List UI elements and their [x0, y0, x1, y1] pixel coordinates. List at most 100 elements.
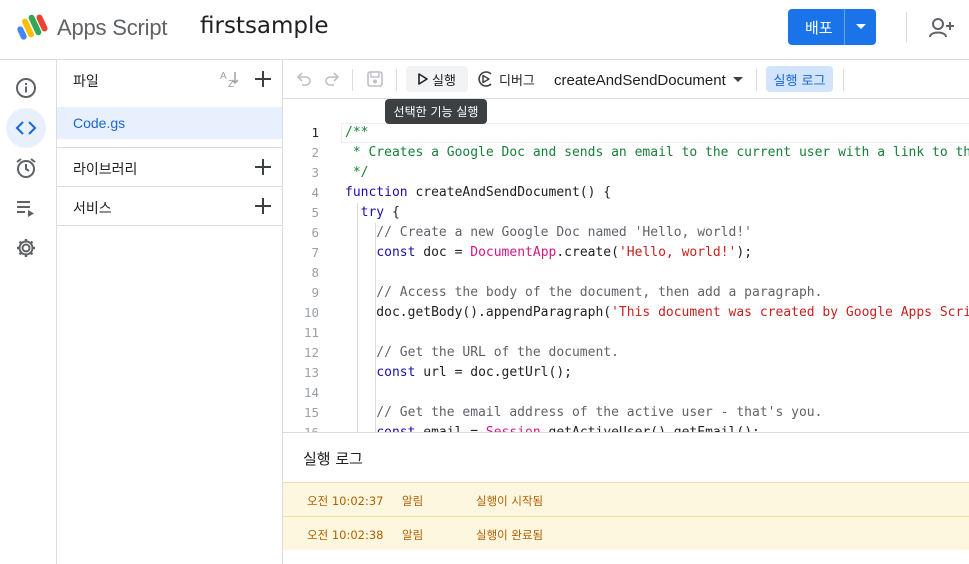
line-number: 2 — [311, 145, 319, 160]
add-service-plus-icon[interactable] — [253, 196, 273, 216]
app-header: Apps Script firstsample 배포 — [0, 0, 969, 60]
rail-triggers[interactable] — [6, 148, 46, 188]
toolbar-divider — [352, 69, 353, 91]
files-header: 파일 A Z — [57, 60, 282, 99]
code-line[interactable]: // Access the body of the document, then… — [345, 283, 969, 303]
code-line[interactable] — [345, 323, 969, 343]
apps-script-logo-icon[interactable] — [17, 12, 51, 42]
code-token: // Get the URL of the document. — [345, 345, 619, 360]
code-line[interactable]: /** — [345, 123, 969, 143]
deploy-button[interactable]: 배포 — [788, 9, 876, 45]
code-editor[interactable]: 12345678910111213141516 /** * Creates a … — [283, 100, 969, 432]
line-number: 10 — [303, 305, 319, 320]
indent-guide — [375, 363, 376, 383]
deploy-label[interactable]: 배포 — [788, 17, 844, 38]
log-time: 오전 10:02:38 — [307, 528, 384, 542]
indent-guide — [375, 243, 376, 263]
debug-button[interactable]: 디버그 — [477, 66, 535, 92]
code-line[interactable]: */ — [345, 163, 969, 183]
code-line[interactable]: const url = doc.getUrl(); — [345, 363, 969, 383]
rail-overview[interactable] — [6, 68, 46, 108]
indent-guide — [357, 283, 358, 303]
code-token: Session — [486, 425, 541, 432]
line-number: 13 — [303, 365, 319, 380]
code-lines[interactable]: /** * Creates a Google Doc and sends an … — [345, 123, 969, 432]
code-line[interactable]: const doc = DocumentApp.create('Hello, w… — [345, 243, 969, 263]
code-token: createAndSendDocument() { — [407, 185, 612, 200]
toolbar-divider — [756, 69, 757, 91]
code-token: { — [384, 205, 400, 220]
add-file-plus-icon[interactable] — [253, 69, 273, 89]
line-number: 3 — [311, 165, 319, 180]
app-brand: Apps Script — [57, 15, 168, 40]
indent-guide — [357, 363, 358, 383]
indent-guide — [357, 403, 358, 423]
rail-executions[interactable] — [6, 188, 46, 228]
indent-guide — [357, 343, 358, 363]
file-name: Code.gs — [73, 115, 126, 131]
code-token: DocumentApp — [470, 245, 557, 260]
code-token: const — [376, 365, 416, 380]
line-number: 7 — [311, 245, 319, 260]
code-line[interactable]: doc.getBody().appendParagraph('This docu… — [345, 303, 969, 323]
save-icon[interactable] — [365, 69, 385, 89]
libraries-label: 라이브러리 — [73, 162, 138, 178]
code-token: try — [360, 205, 385, 220]
run-tooltip: 선택한 기능 실행 — [385, 99, 487, 124]
code-token: const — [376, 425, 415, 432]
code-line[interactable]: // Get the URL of the document. — [345, 343, 969, 363]
run-button[interactable]: 실행 — [406, 66, 468, 92]
add-person-icon[interactable] — [928, 14, 956, 42]
indent-guide — [357, 323, 358, 343]
rail-settings[interactable] — [6, 228, 46, 268]
code-line[interactable]: // Get the email address of the active u… — [345, 403, 969, 423]
deploy-menu-button[interactable] — [845, 9, 876, 45]
svg-text:A: A — [220, 71, 227, 82]
gear-icon — [17, 239, 35, 257]
indent-guide — [357, 263, 358, 283]
line-number-gutter: 12345678910111213141516 — [283, 123, 323, 432]
files-panel: 파일 A Z Code.gs 라이브러리 서비스 — [57, 60, 283, 564]
indent-guide — [375, 283, 376, 303]
line-number: 11 — [303, 325, 319, 340]
left-rail — [0, 60, 57, 564]
code-line[interactable]: const email = Session.getActiveUser().ge… — [345, 423, 969, 432]
sort-az-icon[interactable]: A Z — [219, 69, 241, 89]
chevron-down-icon — [732, 77, 743, 82]
execution-log-toggle[interactable]: 실행 로그 — [766, 66, 833, 92]
indent-guide — [357, 303, 358, 323]
header-divider — [906, 12, 907, 42]
function-select[interactable]: createAndSendDocument — [554, 69, 744, 91]
code-token: url = doc.getUrl(); — [415, 365, 572, 380]
code-line[interactable] — [345, 263, 969, 283]
execution-log-panel: 실행 로그 오전 10:02:37 알림 실행이 시작됨 오전 10:02:38… — [283, 432, 969, 564]
project-title[interactable]: firstsample — [200, 13, 329, 39]
code-token: doc = — [415, 245, 471, 260]
add-library-plus-icon[interactable] — [253, 157, 273, 177]
code-token: function — [345, 185, 408, 200]
line-number: 15 — [303, 405, 319, 420]
code-line[interactable]: function createAndSendDocument() { — [345, 183, 969, 203]
code-line[interactable] — [345, 383, 969, 403]
code-line[interactable]: * Creates a Google Doc and sends an emai… — [345, 143, 969, 163]
file-item-code-gs[interactable]: Code.gs — [57, 107, 282, 139]
indent-guide — [357, 423, 358, 432]
code-icon — [15, 121, 37, 135]
libraries-section[interactable]: 라이브러리 — [57, 147, 282, 186]
log-row: 오전 10:02:37 알림 실행이 시작됨 — [283, 482, 969, 516]
services-section[interactable]: 서비스 — [57, 186, 282, 225]
play-icon — [418, 73, 428, 85]
line-number: 6 — [311, 225, 319, 240]
editor-toolbar: 실행 디버그 createAndSendDocument 실행 로그 — [283, 60, 969, 99]
code-line[interactable]: try { — [345, 203, 969, 223]
code-line[interactable]: // Create a new Google Doc named 'Hello,… — [345, 223, 969, 243]
redo-icon[interactable] — [322, 69, 342, 89]
rail-editor[interactable] — [6, 108, 46, 148]
indent-guide — [357, 243, 358, 263]
log-row: 오전 10:02:38 알림 실행이 완료됨 — [283, 516, 969, 550]
code-token: 'This document was created by Google App… — [611, 305, 969, 320]
undo-icon[interactable] — [294, 69, 314, 89]
